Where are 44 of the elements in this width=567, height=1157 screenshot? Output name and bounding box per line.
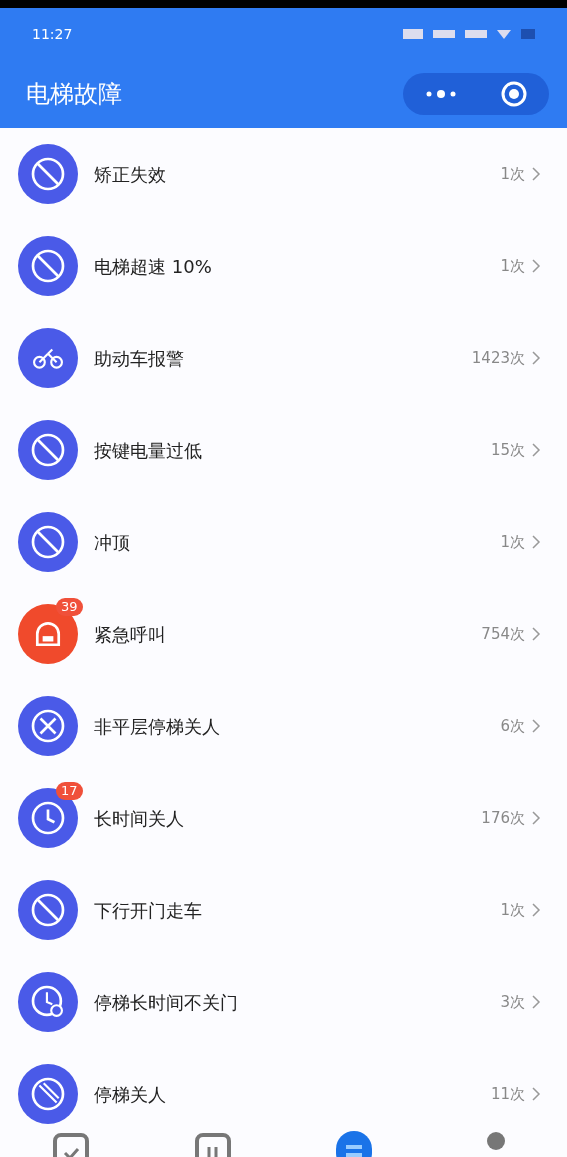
fault-count: 1次 (500, 899, 525, 921)
chevron-icon (531, 810, 541, 826)
chevron-icon (531, 1086, 541, 1102)
chevron-icon (531, 534, 541, 550)
fault-label: 按键电量过低 (94, 438, 203, 463)
more-icon[interactable] (424, 89, 458, 99)
chevron-icon (531, 718, 541, 734)
fault-count: 1423次 (471, 347, 525, 369)
chevron-icon (531, 626, 541, 642)
fault-label: 矫正失效 (94, 162, 167, 187)
battery-icon (521, 29, 535, 39)
fault-count: 176次 (481, 807, 525, 829)
fault-count: 15次 (490, 439, 525, 461)
chevron-icon (531, 442, 541, 458)
page-title: 电梯故障 (26, 79, 122, 110)
list-tab-icon[interactable] (334, 1129, 375, 1157)
wifi-icon (497, 29, 511, 39)
chevron-icon (531, 350, 541, 366)
fault-label: 非平层停梯关人 (94, 714, 221, 739)
fault-label: 下行开门走车 (94, 898, 203, 923)
fault-label: 停梯长时间不关门 (94, 990, 239, 1015)
fault-count: 6次 (500, 715, 525, 737)
fault-count: 1次 (500, 163, 525, 185)
status-time: 11:27 (32, 24, 73, 44)
fault-label: 助动车报警 (94, 346, 185, 371)
network-icon (403, 29, 423, 39)
fault-count: 1次 (500, 255, 525, 277)
signal-icon (433, 30, 455, 38)
fault-label: 紧急呼叫 (94, 622, 167, 647)
fault-label: 冲顶 (94, 530, 131, 555)
chevron-icon (531, 902, 541, 918)
count-badge: 39 (56, 598, 83, 616)
fault-label: 电梯超速 10% (94, 254, 213, 279)
fault-count: 11次 (490, 1083, 525, 1105)
fault-label: 停梯关人 (94, 1082, 167, 1107)
chevron-icon (531, 994, 541, 1010)
signal-icon (465, 30, 487, 38)
count-badge: 17 (56, 782, 83, 800)
fault-count: 754次 (481, 623, 525, 645)
fault-label: 长时间关人 (94, 806, 185, 831)
chevron-icon (531, 166, 541, 182)
fault-count: 3次 (500, 991, 525, 1013)
fault-count: 1次 (500, 531, 525, 553)
chevron-icon (531, 258, 541, 274)
